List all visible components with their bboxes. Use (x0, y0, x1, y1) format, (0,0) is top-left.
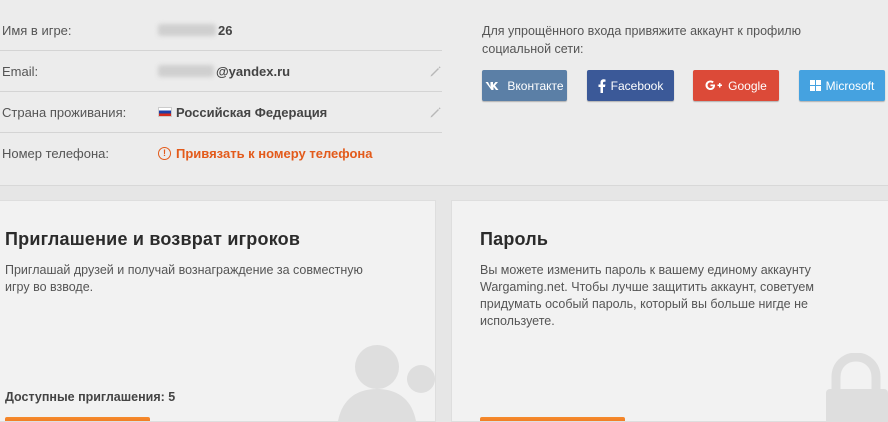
country-value: Российская Федерация (158, 105, 327, 120)
google-button-label: Google (728, 78, 767, 93)
social-link-section: Для упрощённого входа привяжите аккаунт … (482, 22, 885, 101)
phone-label: Номер телефона: (2, 146, 109, 161)
invite-card-text: Приглашай друзей и получай вознаграждени… (5, 263, 363, 294)
hidden-nickname-text (158, 24, 216, 36)
invite-card-title: Приглашение и возврат игроков (5, 229, 301, 249)
invite-button[interactable] (5, 417, 150, 421)
facebook-icon (598, 78, 606, 93)
social-buttons: Вконтакте Facebook Google Microsoft (482, 70, 888, 102)
password-card-text: Вы можете изменить пароль к вашему едино… (480, 263, 814, 328)
phone-row: Номер телефона: ! Привязать к номеру тел… (0, 133, 442, 174)
vk-button-label: Вконтакте (507, 78, 564, 93)
country-name: Российская Федерация (176, 104, 328, 120)
email-label: Email: (2, 63, 39, 79)
country-row: Страна проживания: Российская Федерация (0, 92, 442, 133)
nickname-value: 26 (158, 23, 232, 38)
account-info-list: Имя в игре: 26 Email: @yandex.ru Страна … (0, 10, 442, 174)
microsoft-button[interactable]: Microsoft (799, 70, 885, 101)
edit-email-pencil-icon[interactable] (428, 64, 442, 78)
microsoft-button-label: Microsoft (825, 78, 875, 93)
nickname-suffix: 26 (218, 22, 233, 38)
phone-value: ! Привязать к номеру телефона (158, 146, 373, 161)
lock-icon (826, 353, 888, 421)
email-value: @yandex.ru (158, 64, 290, 79)
change-password-button[interactable] (480, 417, 625, 421)
password-card: Пароль Вы можете изменить пароль к вашем… (451, 200, 888, 422)
nickname-row: Имя в игре: 26 (0, 10, 442, 51)
available-invites: Доступные приглашения: 5 (5, 390, 176, 404)
bind-phone-link[interactable]: ! Привязать к номеру телефона (158, 146, 373, 161)
microsoft-icon (809, 80, 821, 91)
edit-country-pencil-icon[interactable] (428, 105, 442, 119)
nickname-label: Имя в игре: (2, 22, 72, 38)
social-link-description: Для упрощённого входа привяжите аккаунт … (482, 24, 801, 56)
warning-icon: ! (158, 147, 171, 160)
vk-button[interactable]: Вконтакте (482, 70, 567, 101)
russia-flag-icon (158, 107, 172, 117)
google-button[interactable]: Google (693, 70, 779, 101)
player-silhouette-icon (338, 345, 435, 421)
account-info-section: Имя в игре: 26 Email: @yandex.ru Страна … (0, 0, 888, 186)
bind-phone-link-text: Привязать к номеру телефона (176, 146, 373, 161)
google-plus-icon (705, 80, 723, 90)
facebook-button-label: Facebook (610, 78, 664, 93)
facebook-button[interactable]: Facebook (587, 70, 674, 101)
invite-card: Приглашение и возврат игроков Приглашай … (0, 200, 436, 422)
password-card-title: Пароль (480, 229, 549, 249)
email-row: Email: @yandex.ru (0, 51, 442, 92)
country-label: Страна проживания: (2, 104, 127, 120)
email-suffix: @yandex.ru (216, 63, 291, 79)
vk-icon (485, 81, 499, 90)
hidden-email-text (158, 65, 214, 77)
